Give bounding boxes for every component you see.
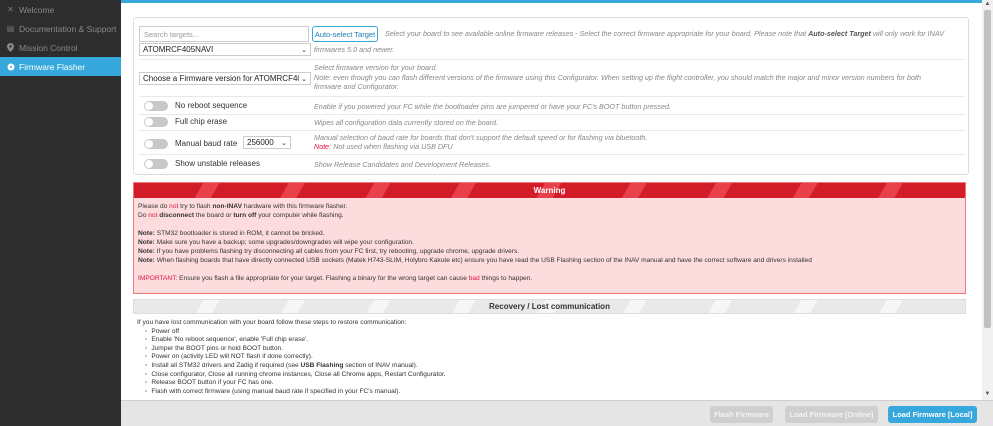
scrollbar[interactable]: ▲ ▼: [982, 0, 993, 400]
full-chip-erase-note: Wipes all configuration data currently s…: [314, 118, 499, 127]
unstable-releases-note: Show Release Candidates and Development …: [314, 160, 491, 169]
unstable-releases-toggle[interactable]: [144, 159, 168, 169]
warning-note: Note: Make sure you have a backup; some …: [138, 239, 414, 246]
sidebar-item-label: Welcome: [19, 4, 55, 15]
firmware-version-select[interactable]: Choose a Firmware version for ATOMRCF405…: [139, 72, 311, 85]
options-box: Search targets... Auto-select Target Sel…: [133, 17, 969, 175]
sidebar-item-label: Documentation & Support: [19, 23, 117, 34]
warning-line: Do not disconnect the board or turn off …: [138, 212, 344, 219]
divider: [139, 130, 965, 131]
auto-select-note: Select your board to see available onlin…: [385, 29, 945, 38]
list-item: Flash with correct firmware (using manua…: [145, 388, 962, 397]
warning-important: IMPORTANT: Ensure you flash a file appro…: [138, 275, 533, 282]
list-item: Power on (activity LED will NOT flash if…: [145, 353, 962, 362]
sidebar-item-mission-control[interactable]: Mission Control: [0, 38, 121, 57]
recovery-title: Recovery / Lost communication: [133, 299, 966, 314]
disc-icon: [6, 62, 15, 71]
manual-baud-toggle[interactable]: [144, 139, 168, 149]
flash-firmware-button[interactable]: Flash Firmware: [710, 406, 773, 423]
recovery-steps: Power off Enable 'No reboot sequence', e…: [137, 328, 962, 397]
load-firmware-local-button[interactable]: Load Firmware [Local]: [888, 406, 977, 423]
chevron-down-icon: ⌄: [301, 46, 307, 54]
sidebar-item-welcome[interactable]: ✕ Welcome: [0, 0, 121, 19]
divider: [139, 96, 965, 97]
scrollbar-thumb[interactable]: [984, 10, 991, 328]
sidebar-item-documentation[interactable]: ▤ Documentation & Support: [0, 19, 121, 38]
document-icon: ▤: [6, 24, 15, 33]
target-select[interactable]: ATOMRCF405NAVI ⌄: [139, 43, 311, 56]
manual-baud-label: Manual baud rate: [175, 139, 238, 148]
unstable-releases-label: Show unstable releases: [175, 159, 260, 168]
sidebar-item-label: Mission Control: [19, 42, 78, 53]
scroll-down-icon[interactable]: ▼: [984, 391, 991, 398]
sidebar-item-firmware-flasher[interactable]: Firmware Flasher: [0, 57, 121, 76]
no-reboot-toggle[interactable]: [144, 101, 168, 111]
list-item: Release BOOT button if your FC has one.: [145, 379, 962, 388]
full-chip-erase-toggle[interactable]: [144, 117, 168, 127]
firmware-flasher-panel: Search targets... Auto-select Target Sel…: [121, 0, 982, 400]
full-chip-erase-label: Full chip erase: [175, 117, 228, 126]
recovery-box: Recovery / Lost communication If you hav…: [133, 299, 966, 400]
list-item: Enable 'No reboot sequence', enable 'Ful…: [145, 336, 962, 345]
scroll-up-icon[interactable]: ▲: [984, 1, 991, 8]
list-item: Install all STM32 drivers and Zadig if r…: [145, 362, 962, 371]
sidebar-item-label: Firmware Flasher: [19, 61, 86, 72]
search-targets-input[interactable]: Search targets...: [139, 26, 309, 42]
sidebar: ✕ Welcome ▤ Documentation & Support Miss…: [0, 0, 121, 426]
baud-rate-select[interactable]: 256000 ⌄: [243, 136, 291, 149]
version-note: Note: even though you can flash differen…: [314, 73, 921, 91]
auto-select-target-button[interactable]: Auto-select Target: [312, 26, 378, 42]
list-item: Jumper the BOOT pins or hold BOOT button…: [145, 345, 962, 354]
warning-line: Please do not try to flash non-INAV hard…: [138, 203, 348, 210]
no-reboot-label: No reboot sequence: [175, 101, 248, 110]
warning-title: Warning: [134, 183, 965, 198]
bottom-toolbar: Flash Firmware Load Firmware [Online] Lo…: [121, 400, 993, 426]
recovery-intro: If you have lost communication with your…: [137, 319, 407, 326]
warning-note: Note: If you have problems flashing try …: [138, 248, 520, 255]
auto-select-note-cont: firmwares 5.0 and newer.: [314, 45, 395, 54]
chevron-down-icon: ⌄: [301, 75, 307, 83]
load-firmware-online-button[interactable]: Load Firmware [Online]: [785, 406, 878, 423]
warning-body: Please do not try to flash non-INAV hard…: [134, 198, 965, 287]
location-pin-icon: [6, 43, 15, 52]
divider: [139, 154, 965, 155]
close-icon: ✕: [7, 5, 14, 14]
version-note-top: Select firmware version for your board.: [314, 63, 438, 72]
chevron-down-icon: ⌄: [281, 139, 287, 147]
list-item: Power off: [145, 328, 962, 337]
warning-box: Warning Please do not try to flash non-I…: [133, 182, 966, 294]
divider: [139, 59, 965, 60]
recovery-body: If you have lost communication with your…: [133, 314, 966, 400]
divider: [139, 114, 965, 115]
manual-baud-note: Manual selection of baud rate for boards…: [314, 133, 648, 151]
warning-note: Note: When flashing boards that have dir…: [138, 257, 812, 264]
list-item: Close configurator, Close all running ch…: [145, 371, 962, 380]
warning-note: Note: STM32 bootloader is stored in ROM,…: [138, 230, 325, 237]
no-reboot-note: Enable if you powered your FC while the …: [314, 102, 671, 111]
